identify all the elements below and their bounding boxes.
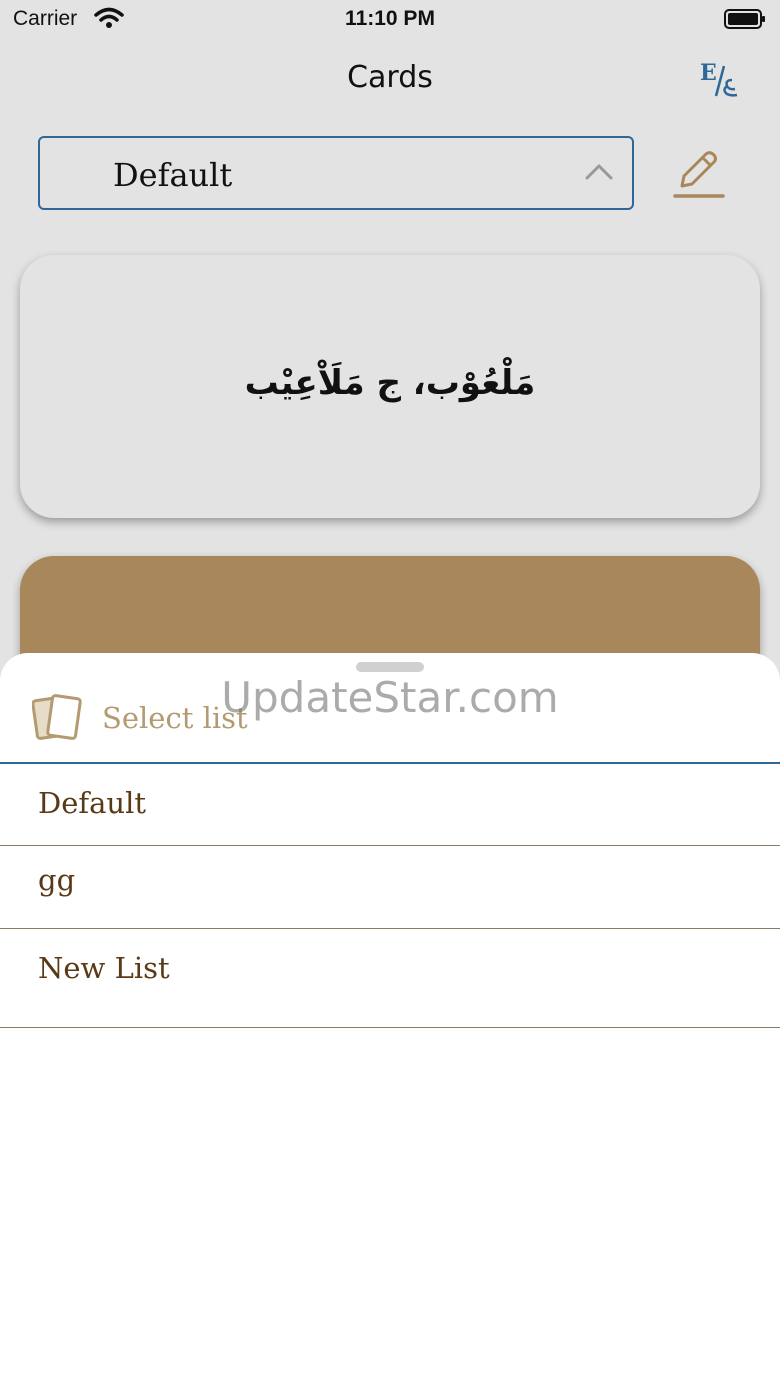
sheet-grabber[interactable] (356, 662, 424, 672)
svg-text:E: E (700, 60, 717, 86)
list-option-new-list[interactable]: New List (0, 929, 780, 1028)
list-option-label: New List (38, 951, 170, 985)
list-option-default[interactable]: Default (0, 764, 780, 846)
flashcard-front[interactable]: مَلْعُوْب، ج مَلَاْعِيْب (20, 255, 760, 518)
list-option-gg[interactable]: gg (0, 846, 780, 929)
flashcard-text: مَلْعُوْب، ج مَلَاْعِيْب (244, 363, 536, 403)
chevron-up-icon (585, 164, 613, 180)
list-option-label: gg (38, 863, 76, 897)
selected-list-value: Default (113, 156, 233, 194)
status-bar: Carrier 11:10 PM (0, 0, 780, 40)
list-dropdown[interactable]: Default (38, 136, 634, 210)
list-option-label: Default (38, 786, 147, 820)
select-list-sheet: Select list UpdateStar.com Default gg Ne… (0, 653, 780, 1387)
watermark: UpdateStar.com (221, 673, 559, 722)
status-time: 11:10 PM (345, 7, 435, 30)
pencil-icon[interactable] (672, 146, 726, 202)
page-title: Cards (347, 60, 433, 95)
english-arabic-toggle-icon[interactable]: E (694, 58, 742, 102)
battery-icon (724, 9, 765, 29)
